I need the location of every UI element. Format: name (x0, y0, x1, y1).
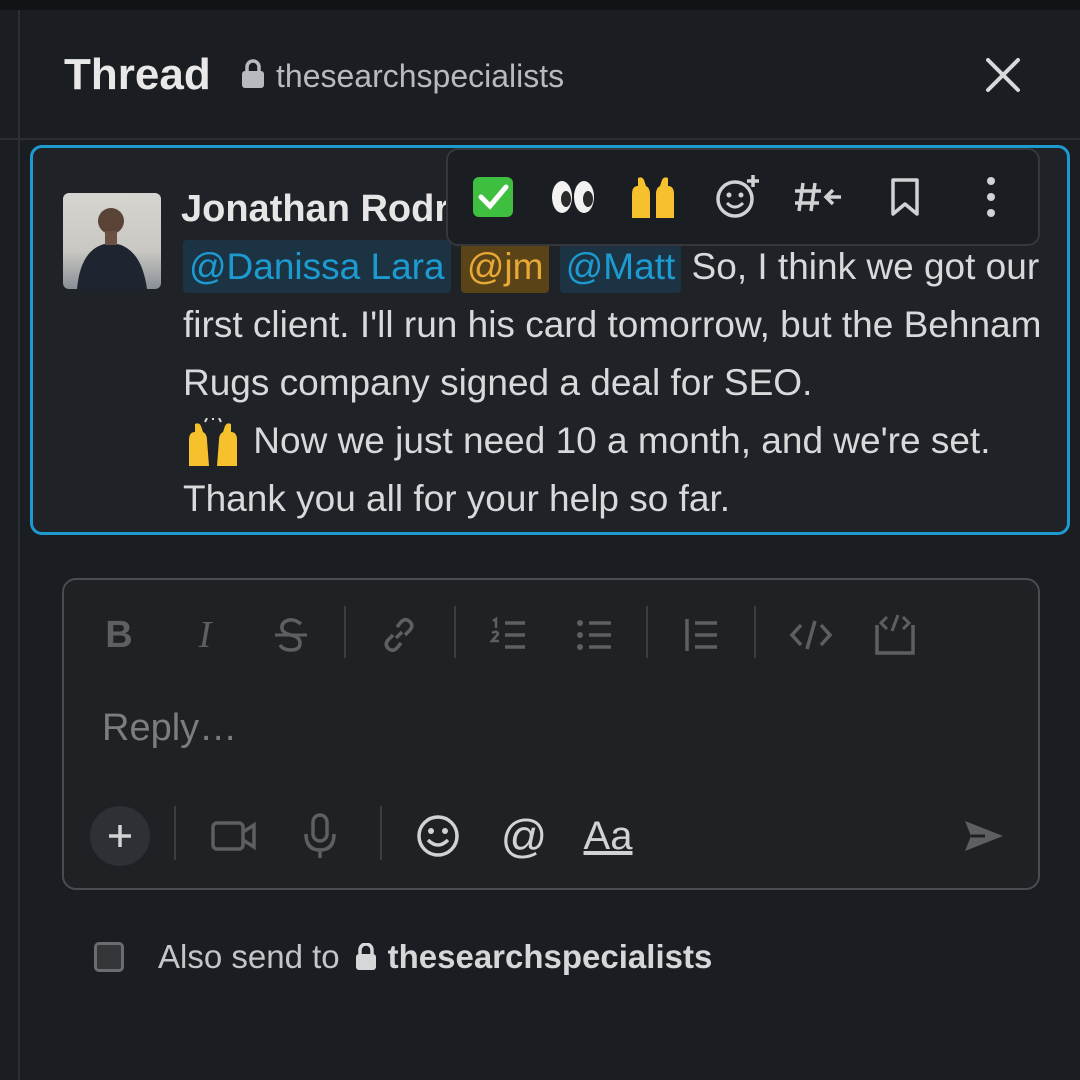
avatar[interactable] (63, 193, 161, 289)
reply-input[interactable] (100, 706, 984, 751)
channel-name: thesearchspecialists (276, 58, 565, 94)
close-icon[interactable] (980, 52, 1026, 98)
bulleted-list-icon[interactable] (570, 610, 620, 660)
code-icon[interactable] (786, 610, 836, 660)
mention-jm[interactable]: @jm (460, 240, 550, 293)
video-icon[interactable] (204, 806, 264, 866)
send-icon[interactable] (954, 806, 1014, 866)
toolbar-divider (454, 606, 456, 658)
plus-icon[interactable] (90, 806, 150, 866)
thread-title: Thread (64, 50, 211, 99)
add-reaction-icon[interactable] (710, 170, 764, 224)
toolbar-divider (646, 606, 648, 658)
message-actions-bar (446, 148, 1040, 246)
bold-icon[interactable]: B (94, 610, 144, 660)
italic-icon[interactable]: I (180, 610, 230, 660)
blockquote-icon[interactable] (676, 610, 726, 660)
lock-icon (354, 943, 378, 971)
also-send-checkbox[interactable] (94, 942, 124, 972)
thread-channel[interactable]: thesearchspecialists (240, 58, 564, 95)
mention-danissa-lara[interactable]: @Danissa Lara (183, 240, 451, 293)
code-block-icon[interactable] (870, 610, 920, 660)
formatting-icon[interactable]: Aa (578, 806, 638, 866)
mention-matt[interactable]: @Matt (559, 240, 682, 293)
ordered-list-icon[interactable] (484, 610, 534, 660)
raised-hands-emoji (183, 416, 243, 468)
toolbar-divider (754, 606, 756, 658)
microphone-icon[interactable] (290, 806, 350, 866)
toolbar-divider (174, 806, 176, 860)
check-mark-emoji[interactable] (466, 170, 520, 224)
lock-icon (240, 59, 266, 94)
strikethrough-icon[interactable] (266, 610, 316, 660)
sidebar-divider (18, 10, 20, 1080)
link-icon[interactable] (374, 610, 424, 660)
header-divider (0, 138, 1080, 140)
emoji-icon[interactable] (408, 806, 468, 866)
toolbar-divider (344, 606, 346, 658)
reply-composer: B I @ Aa (62, 578, 1040, 890)
hash-arrow-icon[interactable] (792, 170, 846, 224)
message-text: @Danissa Lara @jm @Matt So, I think we g… (183, 238, 1053, 528)
bookmark-icon[interactable] (878, 170, 932, 224)
raised-hands-emoji[interactable] (626, 170, 680, 224)
toolbar-divider (380, 806, 382, 860)
also-send-to[interactable]: Also send to thesearchspecialists (94, 938, 712, 976)
also-send-label: Also send to (158, 938, 340, 975)
more-vertical-icon[interactable] (964, 170, 1018, 224)
message-author[interactable]: Jonathan Rodri (181, 188, 460, 231)
eyes-emoji[interactable] (546, 170, 600, 224)
message-text-part-2: Now we just need 10 a month, and we're s… (183, 420, 991, 519)
mention-icon[interactable]: @ (494, 806, 554, 866)
top-bar (0, 0, 1080, 10)
also-send-channel: thesearchspecialists (387, 938, 713, 975)
